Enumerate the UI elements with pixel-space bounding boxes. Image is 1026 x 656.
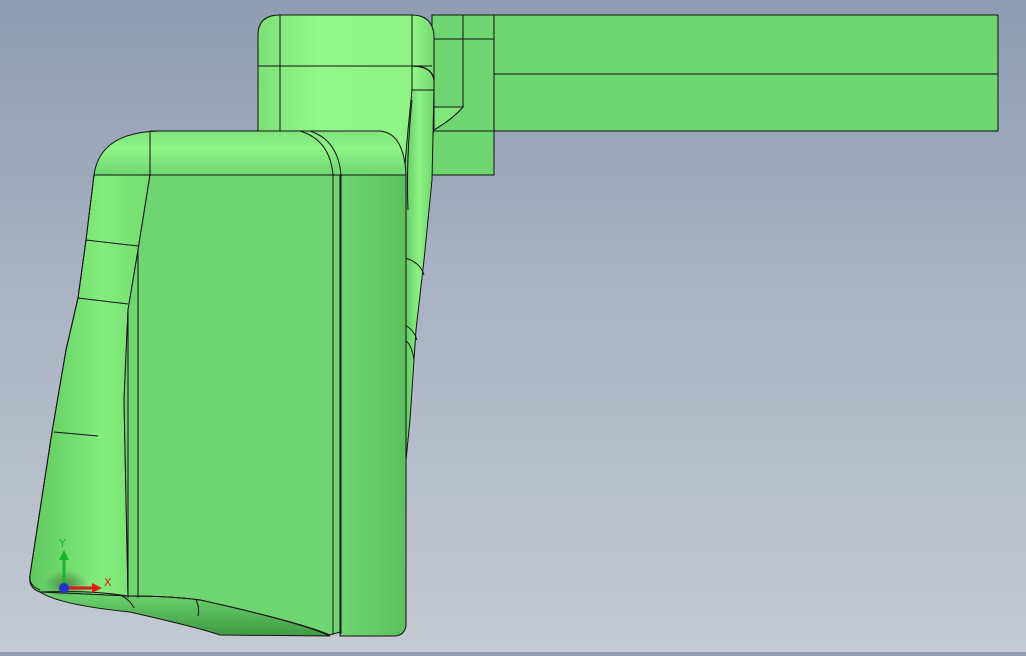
main-front-face xyxy=(123,174,341,636)
front-body xyxy=(29,130,407,637)
y-axis-label: Y xyxy=(58,537,66,550)
x-axis-label: X xyxy=(104,576,112,589)
arm-upper-face xyxy=(493,14,999,75)
top-round-face xyxy=(93,130,407,176)
right-round-face xyxy=(339,174,407,637)
graphics-viewport[interactable]: Y X xyxy=(0,0,1026,652)
z-axis-dot-icon xyxy=(59,583,69,593)
arm-stub-face xyxy=(431,130,495,176)
model-canvas[interactable]: Y X xyxy=(0,0,1026,652)
arm-lower-face xyxy=(493,73,999,132)
arm-body xyxy=(431,14,999,176)
